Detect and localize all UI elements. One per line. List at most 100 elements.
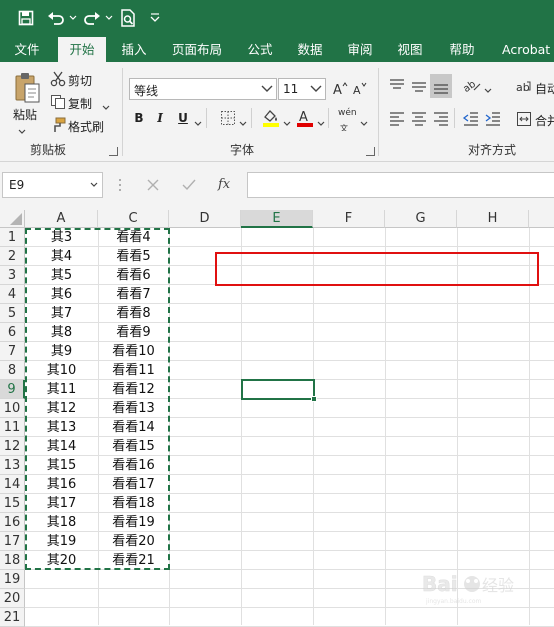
row-header-8[interactable]: 8 xyxy=(0,361,25,380)
copy-button[interactable]: 复制 xyxy=(68,95,92,112)
tab-acrobat[interactable]: Acrobat xyxy=(494,37,554,62)
tab-data[interactable]: 数据 xyxy=(288,37,332,62)
name-box[interactable]: E9 xyxy=(2,172,103,198)
font-size-select[interactable]: 11 xyxy=(278,78,326,100)
align-center-icon[interactable] xyxy=(410,109,428,130)
wrap-text-button[interactable]: 自动 xyxy=(535,80,554,97)
merge-center-button[interactable]: 合并 xyxy=(535,112,554,129)
row-header-1[interactable]: 1 xyxy=(0,228,25,247)
phonetic-dropdown-icon[interactable] xyxy=(360,116,368,130)
tab-file[interactable]: 文件 xyxy=(2,37,52,62)
column-header-e[interactable]: E xyxy=(241,210,313,228)
borders-icon[interactable] xyxy=(220,110,236,129)
clipboard-group-label: 剪贴板 xyxy=(30,143,67,157)
fill-color-icon[interactable] xyxy=(262,108,280,131)
row-header-17[interactable]: 17 xyxy=(0,532,25,551)
row-header-5[interactable]: 5 xyxy=(0,304,25,323)
row-header-20[interactable]: 20 xyxy=(0,589,25,608)
align-top-icon[interactable] xyxy=(388,77,406,98)
row-header-6[interactable]: 6 xyxy=(0,323,25,342)
cut-button[interactable]: 剪切 xyxy=(68,72,92,89)
row-header-10[interactable]: 10 xyxy=(0,399,25,418)
insert-function-button[interactable]: fx xyxy=(218,177,230,192)
clipboard-launcher-icon[interactable] xyxy=(109,147,118,156)
row-header-21[interactable]: 21 xyxy=(0,608,25,627)
undo-icon[interactable] xyxy=(44,6,68,30)
name-box-value: E9 xyxy=(9,178,25,192)
align-left-icon[interactable] xyxy=(388,109,406,130)
undo-dropdown-icon[interactable] xyxy=(68,6,78,30)
align-right-icon[interactable] xyxy=(432,109,450,130)
copy-icon[interactable] xyxy=(50,94,66,110)
column-header-partial[interactable] xyxy=(529,210,554,228)
row-header-9[interactable]: 9 xyxy=(0,380,25,399)
underline-dropdown-icon[interactable] xyxy=(194,116,202,130)
row-header-11[interactable]: 11 xyxy=(0,418,25,437)
underline-button[interactable]: U xyxy=(175,109,191,127)
formula-input[interactable] xyxy=(247,172,554,198)
column-header-d[interactable]: D xyxy=(169,210,241,228)
row-header-16[interactable]: 16 xyxy=(0,513,25,532)
tab-page-layout[interactable]: 页面布局 xyxy=(162,37,232,62)
column-header-f[interactable]: F xyxy=(313,210,385,228)
italic-button[interactable]: I xyxy=(152,109,168,127)
column-header-a[interactable]: A xyxy=(25,210,98,228)
fill-color-dropdown-icon[interactable] xyxy=(283,116,291,130)
column-header-c[interactable]: C xyxy=(98,210,169,228)
phonetic-guide-button[interactable]: wén xyxy=(338,108,357,118)
tab-insert[interactable]: 插入 xyxy=(112,37,156,62)
row-header-4[interactable]: 4 xyxy=(0,285,25,304)
decrease-font-icon[interactable]: A xyxy=(352,80,368,99)
enter-icon[interactable] xyxy=(182,178,196,195)
redo-dropdown-icon[interactable] xyxy=(104,6,114,30)
paste-dropdown-icon[interactable] xyxy=(18,124,26,138)
cancel-icon[interactable] xyxy=(146,178,160,195)
row-header-13[interactable]: 13 xyxy=(0,456,25,475)
tab-view[interactable]: 视图 xyxy=(388,37,432,62)
row-header-3[interactable]: 3 xyxy=(0,266,25,285)
column-header-h[interactable]: H xyxy=(457,210,529,228)
copy-dropdown-icon[interactable] xyxy=(102,100,110,114)
orientation-dropdown-icon[interactable] xyxy=(484,83,492,97)
align-bottom-button[interactable] xyxy=(430,74,452,98)
row-header-12[interactable]: 12 xyxy=(0,437,25,456)
format-painter-icon[interactable] xyxy=(50,117,66,133)
font-color-dropdown-icon[interactable] xyxy=(317,116,325,130)
borders-dropdown-icon[interactable] xyxy=(239,116,247,130)
row-header-15[interactable]: 15 xyxy=(0,494,25,513)
row-header-19[interactable]: 19 xyxy=(0,570,25,589)
row-header-14[interactable]: 14 xyxy=(0,475,25,494)
tab-home[interactable]: 开始 xyxy=(58,37,106,62)
column-header-g[interactable]: G xyxy=(385,210,457,228)
active-cell-e9[interactable] xyxy=(241,379,317,402)
row-header-18[interactable]: 18 xyxy=(0,551,25,570)
separator xyxy=(251,108,252,128)
fill-handle[interactable] xyxy=(311,396,317,402)
customize-toolbar-icon[interactable] xyxy=(148,6,162,30)
cut-icon[interactable] xyxy=(50,71,66,87)
row-header-2[interactable]: 2 xyxy=(0,247,25,266)
format-painter-button[interactable]: 格式刷 xyxy=(68,118,104,135)
tab-review[interactable]: 审阅 xyxy=(338,37,382,62)
merge-center-icon[interactable] xyxy=(516,111,532,130)
increase-indent-icon[interactable] xyxy=(484,109,502,130)
print-preview-icon[interactable] xyxy=(116,6,140,30)
orientation-icon[interactable]: ab xyxy=(461,76,482,97)
redo-icon[interactable] xyxy=(80,6,104,30)
worksheet-grid[interactable]: A C D E F G H 1 其3 看看4 2 其4 看看5 3 其5 看看6 4 其6 看看7 5 其… xyxy=(0,210,554,627)
increase-font-icon[interactable]: A xyxy=(332,80,348,99)
wrap-text-icon[interactable]: ab xyxy=(516,78,532,99)
tab-help[interactable]: 帮助 xyxy=(440,37,484,62)
font-name-select[interactable]: 等线 xyxy=(129,78,277,100)
tab-formulas[interactable]: 公式 xyxy=(238,37,282,62)
align-middle-icon[interactable] xyxy=(410,77,428,98)
row-header-7[interactable]: 7 xyxy=(0,342,25,361)
decrease-indent-icon[interactable] xyxy=(462,109,480,130)
font-launcher-icon[interactable] xyxy=(366,147,375,156)
save-icon[interactable] xyxy=(14,6,38,30)
paste-label[interactable]: 粘贴 xyxy=(13,106,37,123)
paste-icon xyxy=(15,73,40,103)
bold-button[interactable]: B xyxy=(131,109,147,127)
font-color-icon[interactable]: A xyxy=(296,108,314,131)
select-all-button[interactable] xyxy=(0,210,25,228)
